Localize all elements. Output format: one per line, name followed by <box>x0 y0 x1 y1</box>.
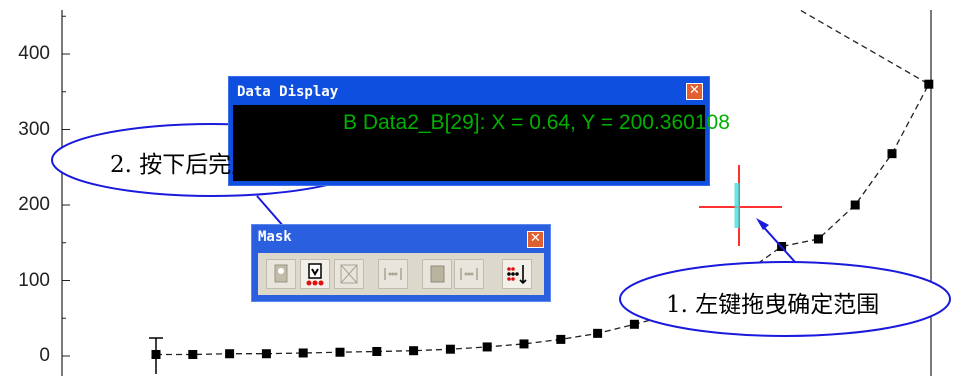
mask-clear-button[interactable] <box>334 259 364 289</box>
data-point[interactable] <box>482 342 492 352</box>
data-display-title: Data Display <box>237 84 339 100</box>
mask-draw-button[interactable] <box>502 259 532 289</box>
range-start-marker <box>149 337 163 374</box>
data-point[interactable] <box>445 344 455 354</box>
mask-range-button[interactable] <box>266 259 296 289</box>
mask-toolbar[interactable]: Mask ✕ <box>251 224 551 302</box>
y-axis-ticks <box>62 15 70 357</box>
mask-toolbar-body <box>258 253 544 295</box>
data-display-screen: B Data2_B[29]: X = 0.64, Y = 200.360108 <box>233 105 730 181</box>
mask-clear-icon <box>340 264 358 284</box>
data-point[interactable] <box>924 79 934 89</box>
plot-area[interactable] <box>0 0 960 376</box>
data-point[interactable] <box>335 347 345 357</box>
callout-2-text: 2. 按下后完成屏蔽 <box>110 152 301 178</box>
y-tick-label: 300 <box>18 118 50 140</box>
callout-1-arrowhead <box>756 218 769 230</box>
mask-swap-button[interactable] <box>378 259 408 289</box>
data-point[interactable] <box>409 346 419 356</box>
data-point[interactable] <box>556 334 566 344</box>
mask-draw-icon <box>507 265 527 285</box>
y-tick-label: 200 <box>18 194 50 215</box>
data-point[interactable] <box>850 200 860 210</box>
data-display-close-button[interactable]: ✕ <box>686 83 703 100</box>
callout-1-text: 1. 左键拖曳确定范围 <box>666 292 880 318</box>
mask-toolbar-title: Mask <box>258 229 292 245</box>
mask-toggle-icon <box>460 268 478 280</box>
y-tick-label: 0 <box>39 345 50 366</box>
y-tick-label: 400 <box>18 43 50 64</box>
mask-toolbar-close-button[interactable]: ✕ <box>527 231 544 248</box>
data-point[interactable] <box>519 339 529 349</box>
mask-range-icon <box>274 264 288 283</box>
mask-hide-icon <box>430 265 445 283</box>
data-point[interactable] <box>372 346 382 356</box>
data-point[interactable] <box>298 348 308 358</box>
data-point[interactable] <box>887 149 897 159</box>
mask-points-apply-icon <box>306 263 324 286</box>
y-tick-label: 100 <box>18 269 50 291</box>
data-point[interactable] <box>593 328 603 338</box>
data-point[interactable] <box>261 349 271 359</box>
mask-hide-button[interactable] <box>422 259 452 289</box>
mask-toggle-button[interactable] <box>454 259 484 289</box>
mask-points-apply-button[interactable] <box>300 259 330 289</box>
callout-1-arrow <box>759 222 796 263</box>
data-point[interactable] <box>813 234 823 244</box>
data-point[interactable] <box>629 319 639 329</box>
data-point[interactable] <box>225 349 235 359</box>
mask-swap-icon <box>384 268 402 280</box>
data-display-window[interactable]: Data Display ✕ B Data2_B[29]: X = 0.64, … <box>228 76 730 186</box>
data-point[interactable] <box>188 349 198 359</box>
data-readout: B Data2_B[29]: X = 0.64, Y = 200.360108 <box>343 111 730 134</box>
